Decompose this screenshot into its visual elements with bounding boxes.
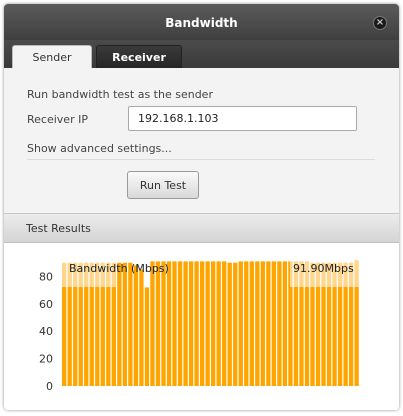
tab-strip: Sender Receiver	[4, 40, 399, 68]
bar	[205, 261, 210, 386]
bar	[249, 261, 254, 386]
bar	[172, 261, 177, 386]
bandwidth-dialog: Bandwidth × Sender Receiver Run bandwidt…	[4, 4, 399, 410]
bar	[122, 262, 128, 386]
chart-label: Bandwidth (Mbps)	[69, 262, 169, 275]
bar	[194, 261, 199, 386]
bar	[216, 261, 221, 386]
bar	[128, 262, 133, 386]
bar	[255, 261, 260, 386]
bar	[277, 261, 282, 386]
bar	[161, 261, 166, 386]
tab-sender[interactable]: Sender	[12, 45, 92, 68]
y-tick-label: 0	[46, 380, 53, 393]
test-results-panel: 0 20 40 60 80 Bandwidth (Mbps) 91.90Mbps	[4, 243, 399, 410]
bar	[238, 261, 243, 386]
bar	[144, 287, 150, 386]
bar	[282, 261, 288, 386]
bar	[117, 262, 122, 386]
receiver-ip-input[interactable]	[128, 106, 357, 131]
divider	[27, 159, 375, 160]
bar	[260, 261, 265, 386]
bar	[133, 265, 139, 386]
bar	[183, 261, 188, 386]
bar	[155, 261, 161, 386]
y-tick-label: 60	[39, 298, 53, 311]
tab-receiver[interactable]: Receiver	[96, 45, 182, 68]
bar	[211, 261, 216, 386]
current-bandwidth-value: 91.90Mbps	[293, 262, 354, 275]
receiver-ip-label: Receiver IP	[27, 113, 88, 126]
bar	[199, 261, 205, 386]
bar	[233, 262, 238, 386]
y-tick-label: 20	[39, 353, 53, 366]
bar	[150, 261, 155, 386]
title-bar[interactable]: Bandwidth ×	[4, 4, 399, 40]
y-tick-label: 80	[39, 270, 53, 283]
test-results-header: Test Results	[4, 213, 399, 243]
bar	[188, 261, 194, 386]
sender-description: Run bandwidth test as the sender	[27, 88, 213, 101]
bar	[271, 261, 277, 386]
bar	[227, 262, 232, 386]
y-tick-label: 40	[39, 325, 53, 338]
bar	[244, 261, 249, 386]
bar	[177, 261, 183, 386]
show-advanced-settings-link[interactable]: Show advanced settings...	[27, 142, 172, 155]
close-icon[interactable]: ×	[373, 16, 387, 30]
bar	[139, 269, 144, 386]
window-title: Bandwidth	[165, 16, 238, 30]
bar	[166, 261, 172, 386]
bar	[266, 261, 271, 386]
run-test-button[interactable]: Run Test	[127, 171, 199, 199]
bar	[222, 261, 227, 386]
